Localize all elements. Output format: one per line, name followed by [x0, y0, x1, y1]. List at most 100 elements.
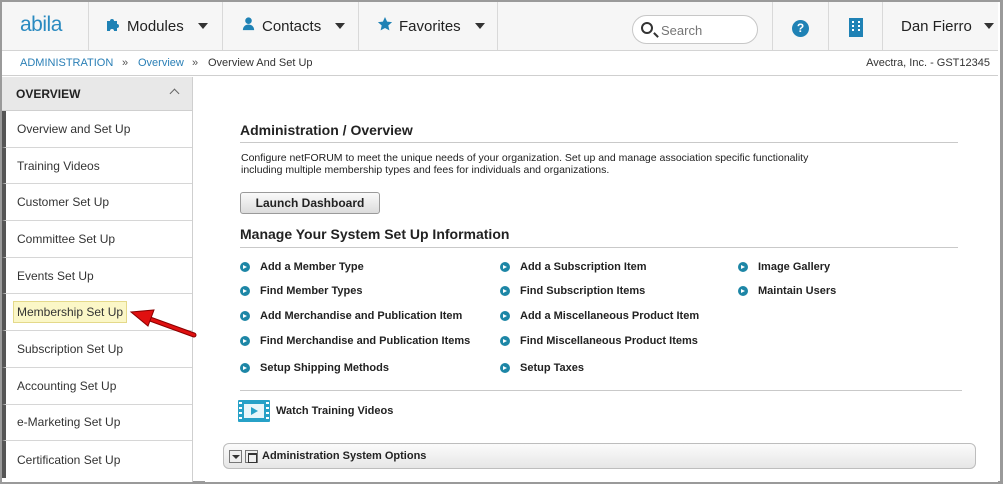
- link-setup-shipping-methods[interactable]: Setup Shipping Methods: [240, 362, 389, 374]
- link-add-merchandise-item[interactable]: Add Merchandise and Publication Item: [240, 310, 462, 322]
- link-label: Add a Member Type: [260, 261, 364, 273]
- breadcrumb-separator: »: [192, 57, 199, 69]
- sidebar-item-label: Committee Set Up: [17, 231, 116, 246]
- bullet-arrow-icon: [240, 286, 250, 296]
- help-icon[interactable]: ?: [792, 20, 809, 37]
- sidebar-header[interactable]: OVERVIEW: [2, 77, 192, 111]
- sidebar-item-committee-set-up[interactable]: Committee Set Up: [2, 221, 192, 258]
- link-find-misc-product-items[interactable]: Find Miscellaneous Product Items: [500, 335, 698, 347]
- sidebar-item-label: Accounting Set Up: [17, 378, 117, 393]
- sidebar-item-overview-and-set-up[interactable]: Overview and Set Up: [2, 111, 192, 148]
- bullet-arrow-icon: [240, 336, 250, 346]
- link-maintain-users[interactable]: Maintain Users: [738, 285, 836, 297]
- contacts-label: Contacts: [262, 17, 322, 35]
- person-icon: [241, 16, 256, 36]
- modules-label: Modules: [127, 17, 184, 35]
- link-image-gallery[interactable]: Image Gallery: [738, 261, 830, 273]
- link-label: Add a Subscription Item: [520, 261, 647, 273]
- chevron-up-icon[interactable]: [169, 88, 180, 99]
- building-icon[interactable]: [849, 18, 863, 37]
- watch-training-videos-link[interactable]: Watch Training Videos: [238, 400, 393, 422]
- link-find-member-types[interactable]: Find Member Types: [240, 285, 362, 297]
- sidebar-item-label: Customer Set Up: [17, 195, 110, 210]
- modules-menu[interactable]: Modules: [88, 2, 222, 50]
- sidebar-title: OVERVIEW: [16, 86, 81, 101]
- search-input[interactable]: [661, 20, 751, 40]
- collapse-icon[interactable]: [229, 449, 242, 463]
- sidebar-item-label: Membership Set Up: [13, 301, 128, 324]
- bullet-arrow-icon: [240, 262, 250, 272]
- user-name: Dan Fierro: [901, 17, 972, 35]
- chevron-down-icon: [983, 23, 994, 29]
- window-icon[interactable]: [245, 449, 258, 463]
- bullet-arrow-icon: [738, 286, 748, 296]
- sidebar-item-accounting-set-up[interactable]: Accounting Set Up: [2, 367, 192, 405]
- sidebar-item-label: Certification Set Up: [17, 452, 121, 467]
- film-icon: [238, 400, 270, 422]
- sidebar-item-label: e-Marketing Set Up: [17, 415, 121, 430]
- link-label: Maintain Users: [758, 285, 837, 297]
- divider: [240, 142, 958, 143]
- sidebar-item-events-set-up[interactable]: Events Set Up: [2, 257, 192, 295]
- link-label: Find Merchandise and Publication Items: [260, 335, 471, 347]
- link-label: Find Subscription Items: [520, 285, 646, 297]
- link-label: Setup Taxes: [520, 362, 584, 374]
- bullet-arrow-icon: [500, 311, 510, 321]
- page-description: Configure netFORUM to meet the unique ne…: [241, 152, 809, 176]
- chevron-down-icon: [474, 23, 485, 29]
- sidebar-item-label: Overview and Set Up: [17, 121, 131, 136]
- link-find-subscription-items[interactable]: Find Subscription Items: [500, 285, 645, 297]
- link-label: Find Miscellaneous Product Items: [520, 335, 698, 347]
- link-setup-taxes[interactable]: Setup Taxes: [500, 362, 584, 374]
- breadcrumb: ADMINISTRATION » Overview » Overview And…: [2, 51, 998, 76]
- breadcrumb-current: Overview And Set Up: [208, 57, 313, 69]
- link-label: Add a Miscellaneous Product Item: [520, 310, 700, 322]
- sidebar-item-label: Training Videos: [17, 158, 100, 173]
- divider: [240, 390, 962, 391]
- bullet-arrow-icon: [240, 311, 250, 321]
- bullet-arrow-icon: [500, 363, 510, 373]
- video-link-label: Watch Training Videos: [276, 405, 394, 417]
- panel-title: Administration System Options: [262, 450, 427, 462]
- chevron-down-icon: [335, 23, 346, 29]
- sidebar-item-e-marketing-set-up[interactable]: e-Marketing Set Up: [2, 404, 192, 442]
- link-label: Setup Shipping Methods: [260, 362, 389, 374]
- link-add-misc-product-item[interactable]: Add a Miscellaneous Product Item: [500, 310, 699, 322]
- breadcrumb-administration[interactable]: ADMINISTRATION: [20, 57, 113, 69]
- main-content: Administration / Overview Configure netF…: [205, 77, 998, 482]
- bullet-arrow-icon: [500, 262, 510, 272]
- page-title: Administration / Overview: [240, 122, 413, 138]
- link-find-merchandise-items[interactable]: Find Merchandise and Publication Items: [240, 335, 470, 347]
- bullet-arrow-icon: [500, 336, 510, 346]
- link-label: Find Member Types: [260, 285, 363, 297]
- favorites-menu[interactable]: Favorites: [358, 2, 498, 50]
- search-icon: [641, 22, 653, 34]
- search-box[interactable]: [632, 15, 758, 44]
- sidebar-item-certification-set-up[interactable]: Certification Set Up: [2, 441, 192, 478]
- sidebar-item-label: Events Set Up: [17, 268, 94, 283]
- top-nav: abila Modules Contacts Favorites ? Dan F…: [2, 2, 998, 51]
- launch-dashboard-button[interactable]: Launch Dashboard: [240, 192, 380, 214]
- administration-system-options-panel[interactable]: Administration System Options: [223, 443, 976, 469]
- bullet-arrow-icon: [240, 363, 250, 373]
- sidebar-item-customer-set-up[interactable]: Customer Set Up: [2, 184, 192, 222]
- sidebar-item-label: Subscription Set Up: [17, 341, 124, 356]
- sidebar-item-training-videos[interactable]: Training Videos: [2, 147, 192, 185]
- organization-label: Avectra, Inc. - GST12345: [866, 57, 990, 69]
- chevron-down-icon: [197, 23, 208, 29]
- breadcrumb-separator: »: [122, 57, 129, 69]
- link-label: Image Gallery: [758, 261, 831, 273]
- user-menu[interactable]: Dan Fierro: [882, 2, 998, 50]
- breadcrumb-overview[interactable]: Overview: [138, 57, 184, 69]
- arrow-icon: [129, 309, 197, 338]
- puzzle-icon: [105, 16, 121, 37]
- divider: [240, 247, 958, 248]
- link-add-subscription-item[interactable]: Add a Subscription Item: [500, 261, 647, 273]
- link-add-member-type[interactable]: Add a Member Type: [240, 261, 364, 273]
- contacts-menu[interactable]: Contacts: [222, 2, 358, 50]
- link-label: Add Merchandise and Publication Item: [260, 310, 463, 322]
- abila-logo[interactable]: abila: [20, 13, 62, 37]
- star-icon: [377, 16, 393, 37]
- bullet-arrow-icon: [500, 286, 510, 296]
- favorites-label: Favorites: [399, 17, 461, 35]
